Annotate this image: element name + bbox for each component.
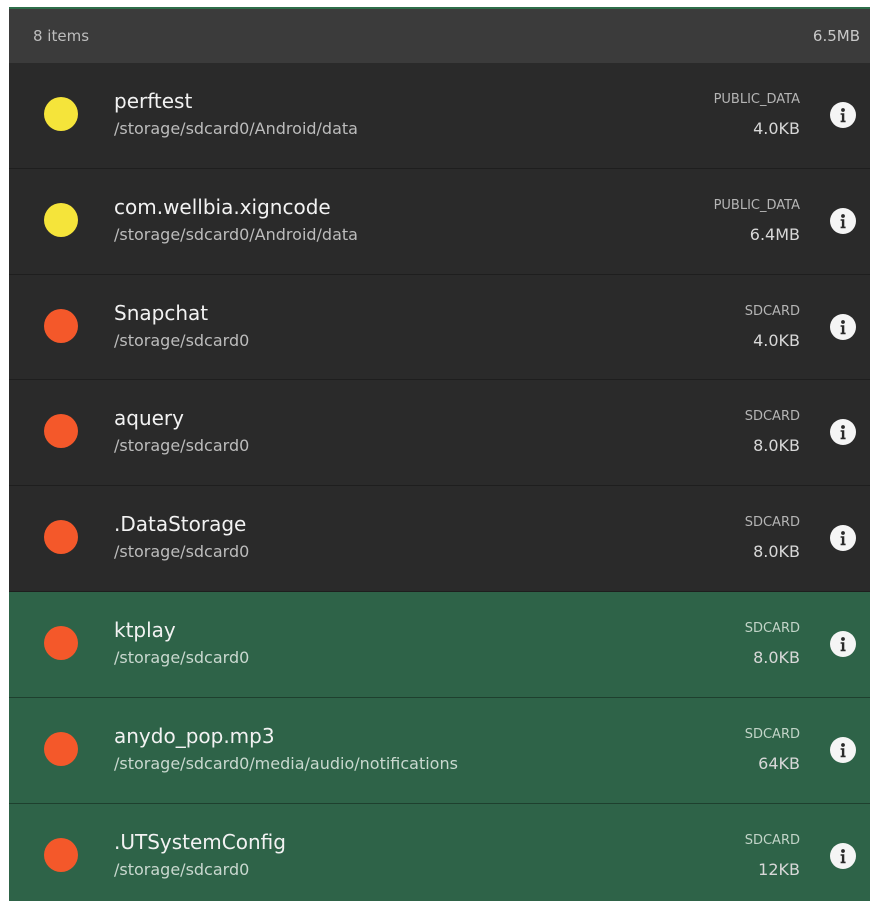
info-icon[interactable] (830, 207, 856, 234)
info-icon[interactable] (830, 525, 856, 552)
item-location: SDCARD (744, 409, 800, 425)
item-location: PUBLIC_DATA (713, 197, 800, 213)
item-location: SDCARD (744, 620, 800, 636)
info-icon[interactable] (830, 736, 856, 763)
item-size: 8.0KB (753, 436, 800, 456)
item-location: SDCARD (744, 303, 800, 319)
status-dot (44, 625, 78, 660)
status-dot (44, 837, 78, 872)
item-name: ktplay (114, 617, 176, 642)
item-name: Snapchat (114, 300, 209, 325)
item-name: com.wellbia.xigncode (114, 194, 331, 219)
item-path: /storage/sdcard0/Android/data (114, 119, 358, 138)
item-path: /storage/sdcard0/media/audio/notificatio… (114, 753, 458, 773)
item-size: 4.0KB (753, 330, 800, 350)
info-icon[interactable] (830, 313, 856, 340)
list-item[interactable]: aquery /storage/sdcard0 SDCARD 8.0KB (9, 380, 870, 487)
item-location: SDCARD (744, 832, 800, 848)
status-dot (44, 731, 78, 766)
status-dot (44, 97, 78, 131)
item-size: 4.0KB (753, 119, 800, 138)
status-dot (44, 308, 78, 343)
item-size: 6.4MB (749, 224, 800, 244)
status-dot (44, 414, 78, 449)
item-size: 8.0KB (753, 647, 800, 667)
list-item[interactable]: Snapchat /storage/sdcard0 SDCARD 4.0KB (9, 274, 870, 381)
item-size: 8.0KB (753, 542, 800, 562)
item-size: 64KB (758, 753, 800, 773)
item-name: anydo_pop.mp3 (114, 723, 275, 748)
file-list: perftest /storage/sdcard0/Android/data P… (9, 63, 870, 901)
item-name: .DataStorage (114, 512, 247, 537)
item-count: 8 items (33, 27, 90, 45)
item-path: /storage/sdcard0 (114, 436, 250, 456)
item-path: /storage/sdcard0 (114, 647, 250, 667)
info-icon[interactable] (830, 630, 856, 657)
info-icon[interactable] (830, 842, 856, 869)
list-item[interactable]: .DataStorage /storage/sdcard0 SDCARD 8.0… (9, 486, 870, 592)
item-path: /storage/sdcard0 (114, 542, 250, 562)
status-dot (44, 202, 78, 237)
item-name: perftest (114, 89, 193, 113)
item-name: .UTSystemConfig (114, 829, 286, 854)
item-location: SDCARD (744, 726, 800, 742)
info-icon[interactable] (830, 419, 856, 446)
status-dot (44, 520, 78, 555)
item-location: SDCARD (744, 515, 800, 531)
item-name: aquery (114, 406, 184, 431)
total-size: 6.5MB (812, 27, 860, 45)
list-item[interactable]: com.wellbia.xigncode /storage/sdcard0/An… (9, 168, 870, 275)
list-item[interactable]: anydo_pop.mp3 /storage/sdcard0/media/aud… (9, 697, 870, 804)
list-item[interactable]: ktplay /storage/sdcard0 SDCARD 8.0KB (9, 591, 870, 698)
item-path: /storage/sdcard0 (114, 330, 250, 350)
info-icon[interactable] (830, 102, 856, 128)
list-item[interactable]: perftest /storage/sdcard0/Android/data P… (9, 63, 870, 169)
file-list-panel: 8 items 6.5MB perftest /storage/sdcard0/… (9, 9, 870, 901)
summary-bar: 8 items 6.5MB (9, 9, 870, 63)
item-path: /storage/sdcard0/Android/data (114, 224, 358, 244)
item-location: PUBLIC_DATA (713, 92, 800, 107)
item-path: /storage/sdcard0 (114, 859, 250, 879)
list-item[interactable]: .UTSystemConfig /storage/sdcard0 SDCARD … (9, 803, 870, 901)
item-size: 12KB (758, 859, 800, 879)
